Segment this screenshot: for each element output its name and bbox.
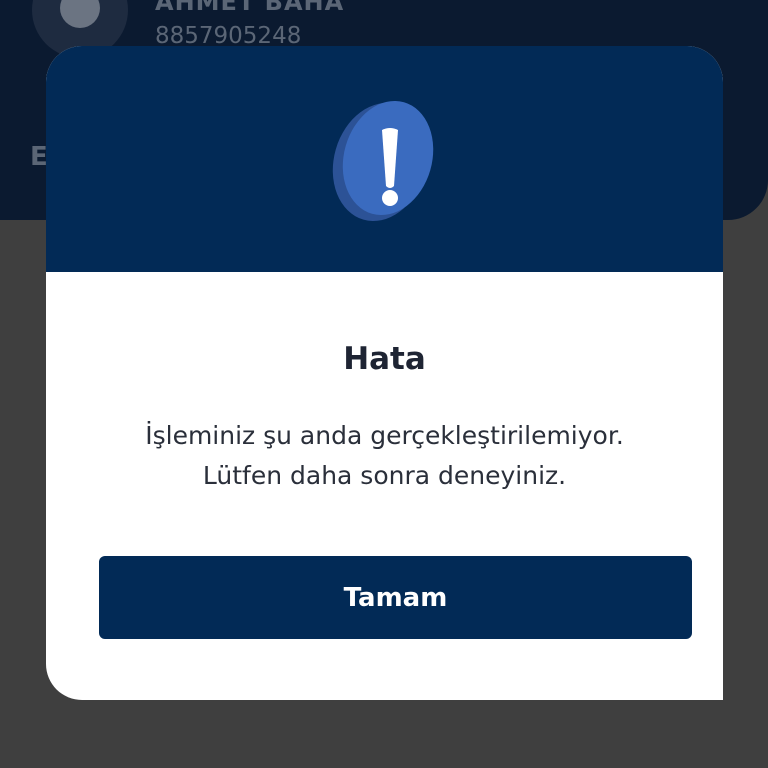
ok-button[interactable]: Tamam (99, 556, 692, 639)
error-dialog: Hata İşleminiz şu anda gerçekleştirilemi… (46, 46, 723, 700)
dialog-title: Hata (343, 341, 426, 377)
dialog-message: İşleminiz şu anda gerçekleştirilemiyor. … (76, 416, 693, 496)
dialog-header (46, 46, 723, 272)
exclamation-icon (332, 100, 434, 222)
avatar-head-shape (60, 0, 100, 28)
user-name: AHMET BAHA (155, 0, 345, 16)
dialog-message-line-2: Lütfen daha sonra deneyiniz. (202, 461, 567, 490)
dialog-message-line-1: İşleminiz şu anda gerçekleştirilemiyor. (145, 421, 624, 450)
